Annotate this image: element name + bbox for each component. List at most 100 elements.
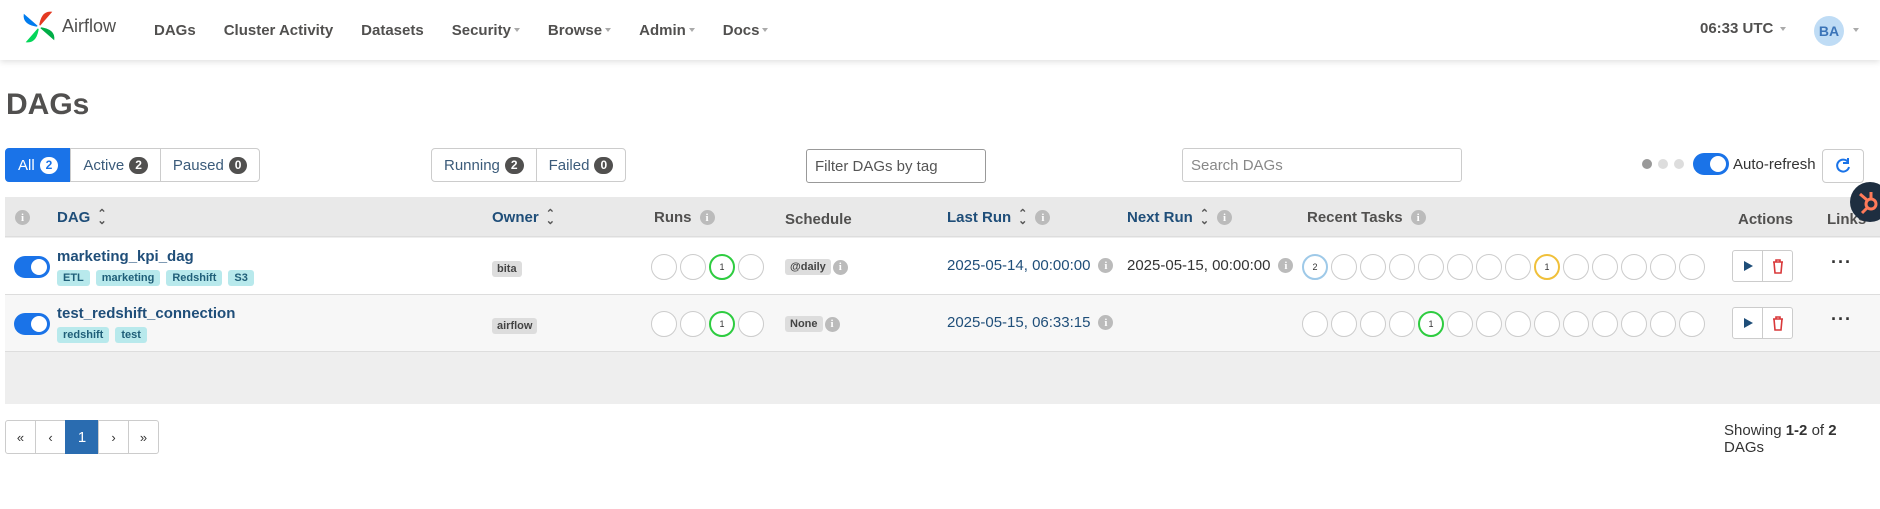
dag-tag[interactable]: S3	[228, 270, 254, 286]
nav-item-datasets[interactable]: Datasets	[361, 22, 424, 39]
task-state-circle[interactable]	[1592, 254, 1618, 280]
run-state-circle[interactable]	[651, 254, 677, 280]
tag-filter-input[interactable]: Filter DAGs by tag	[806, 149, 986, 183]
current-page-button[interactable]: 1	[65, 420, 99, 454]
run-state-circle[interactable]: 1	[709, 311, 735, 337]
nav-item-dags[interactable]: DAGs	[154, 22, 196, 39]
nav-item-cluster-activity[interactable]: Cluster Activity	[224, 22, 333, 39]
info-icon[interactable]: i	[1098, 315, 1114, 330]
info-icon[interactable]: i	[15, 210, 30, 225]
user-avatar[interactable]: BA	[1814, 16, 1844, 46]
task-state-circle[interactable]	[1534, 311, 1560, 337]
filter-running-button[interactable]: Running 2	[431, 148, 537, 182]
task-state-circle[interactable]	[1679, 254, 1705, 280]
nav-item-label: Security	[451, 21, 511, 39]
task-state-circle[interactable]	[1505, 311, 1531, 337]
schedule-badge[interactable]: @daily	[785, 259, 831, 275]
dag-tag[interactable]: redshift	[57, 327, 110, 343]
utc-clock[interactable]: 06:33 UTC	[1700, 20, 1787, 37]
header-last-run[interactable]: Last Run ⌃ ⌄ i	[947, 208, 1051, 226]
dag-name-link[interactable]: test_redshift_connection	[57, 305, 235, 322]
task-state-circle[interactable]	[1447, 311, 1473, 337]
filter-active-button[interactable]: Active 2	[70, 148, 161, 182]
nav-item-browse[interactable]: Browse	[548, 22, 612, 39]
task-state-circle[interactable]	[1389, 254, 1415, 280]
run-state-circle[interactable]: 1	[709, 254, 735, 280]
prev-page-button[interactable]: ‹	[35, 420, 66, 454]
task-state-circle[interactable]	[1360, 254, 1386, 280]
run-state-circle[interactable]	[738, 254, 764, 280]
filter-failed-button[interactable]: Failed 0	[535, 148, 627, 182]
task-state-circle[interactable]	[1592, 311, 1618, 337]
last-run-link[interactable]: 2025-05-15, 06:33:15	[947, 314, 1090, 331]
task-state-circle[interactable]	[1331, 254, 1357, 280]
delete-dag-button[interactable]	[1762, 250, 1793, 282]
airflow-logo[interactable]: Airflow	[20, 8, 116, 46]
header-next-run[interactable]: Next Run ⌃ ⌄ i	[1127, 208, 1233, 226]
schedule-badge[interactable]: None	[785, 316, 823, 332]
task-state-circle[interactable]	[1389, 311, 1415, 337]
task-state-circle[interactable]	[1505, 254, 1531, 280]
task-state-circle[interactable]	[1331, 311, 1357, 337]
task-state-circle[interactable]: 1	[1534, 254, 1560, 280]
task-state-circle[interactable]	[1360, 311, 1386, 337]
next-page-button[interactable]: ›	[98, 420, 129, 454]
task-state-circle[interactable]	[1621, 254, 1647, 280]
search-input[interactable]: Search DAGs	[1182, 148, 1462, 182]
trigger-dag-button[interactable]	[1732, 250, 1763, 282]
task-state-circle[interactable]	[1563, 254, 1589, 280]
auto-refresh-toggle[interactable]	[1693, 153, 1729, 175]
run-state-circle[interactable]	[651, 311, 677, 337]
task-state-circle[interactable]	[1679, 311, 1705, 337]
task-state-circle[interactable]	[1302, 311, 1328, 337]
header-dag[interactable]: DAG ⌃ ⌄	[57, 208, 107, 226]
task-state-circle[interactable]	[1621, 311, 1647, 337]
run-state-circle[interactable]	[738, 311, 764, 337]
dag-tag[interactable]: test	[115, 327, 147, 343]
dag-tag[interactable]: Redshift	[166, 270, 223, 286]
trigger-dag-button[interactable]	[1732, 307, 1763, 339]
task-state-circle[interactable]	[1650, 254, 1676, 280]
info-icon[interactable]: i	[1410, 210, 1426, 225]
dag-pause-toggle[interactable]	[14, 313, 50, 335]
first-page-button[interactable]: «	[5, 420, 36, 454]
info-icon[interactable]: i	[1278, 258, 1294, 273]
task-state-circle[interactable]	[1447, 254, 1473, 280]
dag-tag[interactable]: marketing	[95, 270, 161, 286]
run-state-circle[interactable]	[680, 311, 706, 337]
nav-item-admin[interactable]: Admin	[639, 22, 695, 39]
owner-badge[interactable]: airflow	[492, 318, 538, 334]
info-icon[interactable]: i	[1098, 258, 1114, 273]
more-links-icon[interactable]: ···	[1831, 252, 1852, 273]
nav-item-docs[interactable]: Docs	[723, 22, 769, 39]
task-state-circle[interactable]: 2	[1302, 254, 1328, 280]
owner-badge[interactable]: bita	[492, 261, 522, 277]
info-icon[interactable]: i	[832, 259, 848, 275]
delete-dag-button[interactable]	[1762, 307, 1793, 339]
task-state-circle[interactable]	[1563, 311, 1589, 337]
info-icon[interactable]: i	[699, 210, 715, 225]
info-icon[interactable]: i	[824, 316, 840, 332]
refresh-button[interactable]	[1822, 149, 1864, 183]
more-links-icon[interactable]: ···	[1831, 309, 1852, 330]
dag-tag[interactable]: ETL	[57, 270, 90, 286]
info-icon[interactable]: i	[1217, 210, 1233, 225]
task-state-circle[interactable]	[1476, 254, 1502, 280]
task-state-circle[interactable]	[1476, 311, 1502, 337]
task-state-circle[interactable]	[1418, 254, 1444, 280]
info-icon[interactable]: i	[1035, 210, 1051, 225]
filter-all-button[interactable]: All 2	[5, 148, 72, 182]
header-owner[interactable]: Owner ⌃ ⌄	[492, 208, 555, 226]
auto-refresh-control[interactable]: Auto-refresh	[1693, 153, 1816, 175]
filter-paused-button[interactable]: Paused 0	[159, 148, 261, 182]
filter-label: All	[18, 156, 35, 174]
dag-name-link[interactable]: marketing_kpi_dag	[57, 248, 194, 265]
dag-pause-toggle[interactable]	[14, 256, 50, 278]
run-state-circle[interactable]	[680, 254, 706, 280]
last-page-button[interactable]: »	[128, 420, 159, 454]
last-run-link[interactable]: 2025-05-14, 00:00:00	[947, 257, 1090, 274]
header-recent-tasks-label: Recent Tasks	[1307, 209, 1403, 226]
nav-item-security[interactable]: Security	[452, 22, 520, 39]
task-state-circle[interactable]	[1650, 311, 1676, 337]
task-state-circle[interactable]: 1	[1418, 311, 1444, 337]
